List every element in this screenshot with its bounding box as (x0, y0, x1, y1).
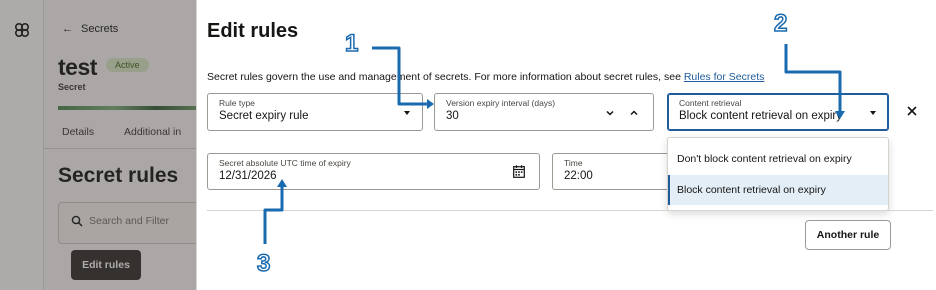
chevron-down-icon (870, 111, 876, 115)
rule-type-value: Secret expiry rule (219, 110, 309, 122)
option-dont-block[interactable]: Don't block content retrieval on expiry (668, 144, 888, 174)
time-value: 22:00 (564, 170, 593, 182)
back-arrow-icon: ← (62, 23, 73, 35)
content-retrieval-dropdown: Don't block content retrieval on expiry … (667, 137, 889, 211)
resource-banner (58, 106, 196, 110)
divider (207, 210, 933, 211)
tab-details[interactable]: Details (62, 126, 94, 138)
status-badge: Active (106, 58, 149, 72)
filter-panel: Search and Filter (58, 202, 196, 244)
secret-details-page: ← Secrets test Active Secret Details Addi… (44, 0, 196, 290)
resource-type: Secret (58, 82, 86, 92)
calendar-icon[interactable] (513, 165, 525, 178)
time-label: Time (564, 158, 583, 168)
resource-tabs: Details Additional in (44, 113, 196, 149)
absolute-expiry-value: 12/31/2026 (219, 170, 277, 182)
navigation-rail (0, 0, 44, 290)
callout-number-2: 2 (773, 10, 788, 37)
rule-type-select[interactable]: Rule type Secret expiry rule (207, 93, 423, 131)
back-link-label: Secrets (81, 23, 119, 35)
callout-number-1: 1 (344, 30, 359, 57)
time-field[interactable]: Time 22:00 (552, 153, 672, 190)
back-to-secrets-link[interactable]: ← Secrets (62, 23, 118, 35)
resource-title: test (58, 54, 97, 80)
tab-additional-info[interactable]: Additional in (124, 126, 181, 138)
version-expiry-label: Version expiry interval (days) (446, 98, 556, 108)
version-expiry-interval-field[interactable]: Version expiry interval (days) 30 (434, 93, 654, 131)
content-retrieval-select[interactable]: Content retrieval Block content retrieva… (667, 93, 889, 131)
edit-rules-button[interactable]: Edit rules (71, 250, 141, 280)
section-title: Secret rules (58, 164, 179, 187)
rules-for-secrets-link[interactable]: Rules for Secrets (684, 71, 765, 83)
panel-title: Edit rules (207, 20, 299, 42)
search-placeholder: Search and Filter (89, 215, 169, 227)
description-text: Secret rules govern the use and manageme… (207, 71, 684, 83)
another-rule-button[interactable]: Another rule (805, 220, 891, 250)
edit-rules-panel: Edit rules Secret rules govern the use a… (196, 0, 936, 290)
panel-description: Secret rules govern the use and manageme… (207, 71, 764, 83)
absolute-expiry-date-field[interactable]: Secret absolute UTC time of expiry 12/31… (207, 153, 540, 190)
search-input[interactable]: Search and Filter (71, 215, 196, 233)
option-block[interactable]: Block content retrieval on expiry (668, 175, 888, 205)
close-icon[interactable] (905, 104, 919, 118)
chevron-up-icon[interactable] (629, 108, 639, 118)
chevron-down-icon (404, 111, 410, 115)
oracle-logo-icon[interactable] (12, 20, 32, 40)
callout-number-3: 3 (256, 250, 271, 277)
content-retrieval-label: Content retrieval (679, 98, 742, 108)
rule-type-label: Rule type (219, 98, 255, 108)
version-expiry-value: 30 (446, 110, 459, 122)
content-retrieval-value: Block content retrieval on expiry (679, 110, 842, 122)
chevron-down-icon[interactable] (605, 108, 615, 118)
search-icon (71, 215, 83, 227)
absolute-expiry-label: Secret absolute UTC time of expiry (219, 158, 351, 168)
